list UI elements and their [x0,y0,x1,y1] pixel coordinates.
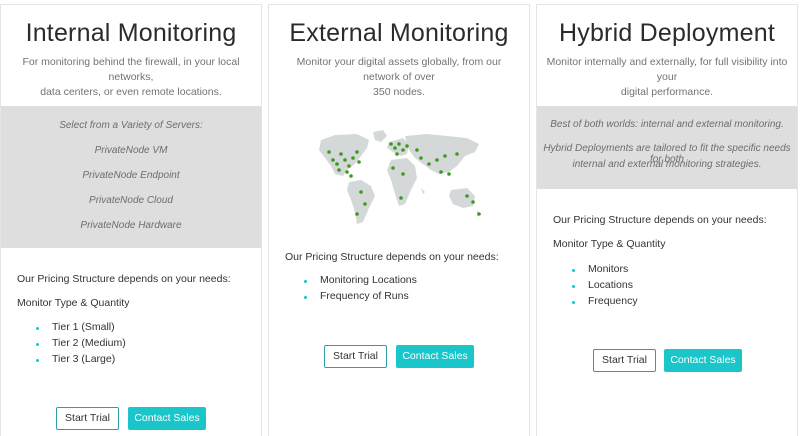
card-title: Internal Monitoring [25,19,237,47]
bullet-icon [304,295,307,299]
card-description: Monitor your digital assets globally, fr… [296,56,502,98]
start-trial-button[interactable]: Start Trial [324,345,387,368]
pricing-text: Our Pricing Structure depends on your ne… [285,251,499,263]
bullet-icon [36,327,39,330]
server-options-panel: Select from a Variety of Servers: Privat… [1,106,261,248]
pricing-bullet-list: Monitors Locations Frequency [572,262,638,309]
monitor-type-heading: Monitor Type & Quantity [17,297,130,309]
card-title: External Monitoring [289,19,509,47]
list-item: Tier 1 (Small) [36,320,126,336]
pricing-text: Our Pricing Structure depends on your ne… [553,214,767,226]
list-item: Frequency of Runs [304,289,417,305]
start-trial-button[interactable]: Start Trial [56,407,119,430]
card-description: Monitor internally and externally, for f… [546,56,788,98]
contact-sales-button[interactable]: Contact Sales [128,407,206,430]
contact-sales-button[interactable]: Contact Sales [664,349,742,372]
card-title: Hybrid Deployment [559,19,775,47]
bullet-icon [36,358,39,362]
pricing-card-external-monitoring: External Monitoring Monitor your digital… [268,4,530,436]
server-options-heading: Select from a Variety of Servers: [59,120,203,131]
server-option: PrivateNode VM [94,145,168,156]
bullet-icon [572,284,575,288]
list-item: Monitors [572,262,638,278]
server-option: PrivateNode Hardware [80,220,182,231]
hybrid-info-line: internal and external monitoring strateg… [572,159,762,170]
pricing-card-internal-monitoring: Internal Monitoring For monitoring behin… [0,4,262,436]
bullet-icon [36,342,39,346]
monitor-type-heading: Monitor Type & Quantity [553,238,666,250]
pricing-bullet-list: Tier 1 (Small) Tier 2 (Medium) Tier 3 (L… [36,320,126,367]
list-item: Monitoring Locations [304,273,417,289]
list-item: Frequency [572,294,638,310]
server-option: PrivateNode Cloud [89,195,173,206]
bullet-icon [572,300,575,304]
start-trial-button[interactable]: Start Trial [593,349,656,372]
bullet-icon [572,269,575,272]
list-item: Tier 3 (Large) [36,352,126,368]
bullet-icon [304,280,307,283]
card-description: For monitoring behind the firewall, in y… [22,56,240,98]
hybrid-info-panel: Best of both worlds: internal and extern… [537,106,797,189]
world-map-icon [319,130,481,224]
list-item: Tier 2 (Medium) [36,336,126,352]
pricing-text: Our Pricing Structure depends on your ne… [17,273,231,285]
pricing-card-hybrid-deployment: Hybrid Deployment Monitor internally and… [536,4,798,436]
contact-sales-button[interactable]: Contact Sales [396,345,474,368]
pricing-bullet-list: Monitoring Locations Frequency of Runs [304,273,417,305]
list-item: Locations [572,278,638,294]
server-option: PrivateNode Endpoint [82,170,180,181]
hybrid-info-line: Best of both worlds: internal and extern… [550,119,784,130]
